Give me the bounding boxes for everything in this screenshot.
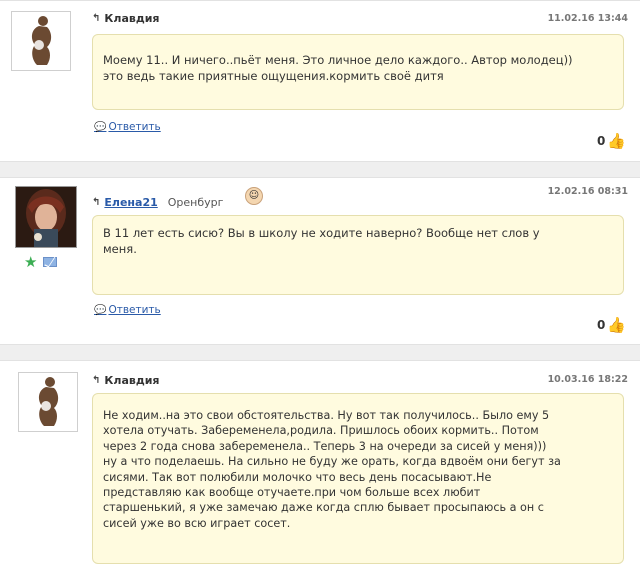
comment-text: В 11 лет есть сисю? Вы в школу не ходите…: [92, 215, 624, 295]
post-date: 12.02.16 08:31: [547, 186, 628, 197]
comment-post: ↰ Клавдия 11.02.16 13:44 Моему 11.. И ни…: [0, 0, 640, 162]
author-name[interactable]: Клавдия: [104, 374, 159, 387]
user-badges: ★: [24, 253, 58, 271]
mother-silhouette-icon: [38, 377, 59, 426]
reply-arrow-icon: ↰: [92, 375, 101, 386]
post-date: 11.02.16 13:44: [547, 13, 628, 24]
author-line: ↰ Елена21 Оренбург: [92, 196, 223, 209]
baby-icon: ☺: [245, 187, 263, 205]
reply-arrow-icon: ↰: [92, 13, 101, 24]
reply-label: Ответить: [108, 121, 161, 133]
thumbs-up-icon[interactable]: 👍: [607, 132, 626, 150]
like-count: 0: [596, 318, 606, 332]
like-count: 0: [596, 134, 606, 148]
author-name[interactable]: Клавдия: [104, 12, 159, 25]
reply-arrow-icon: ↰: [92, 197, 101, 208]
author-line: ↰ Клавдия: [92, 12, 159, 25]
post-date: 10.03.16 18:22: [547, 374, 628, 385]
author-line: ↰ Клавдия: [92, 374, 159, 387]
mail-icon[interactable]: [43, 257, 58, 267]
speech-bubble-icon: 💬: [94, 304, 107, 316]
avatar[interactable]: [11, 11, 71, 71]
comment-text: Моему 11.. И ничего..пьёт меня. Это личн…: [92, 34, 624, 110]
author-city: Оренбург: [167, 196, 224, 209]
speech-bubble-icon: 💬: [94, 121, 107, 133]
like-counter[interactable]: 0 👍: [597, 132, 626, 150]
like-counter[interactable]: 0 👍: [597, 316, 626, 334]
comment-text: Не ходим..на это свои обстоятельства. Ну…: [92, 393, 624, 564]
star-icon[interactable]: ★: [24, 253, 37, 271]
thumbs-up-icon[interactable]: 👍: [607, 316, 626, 334]
reply-label: Ответить: [108, 304, 161, 316]
avatar[interactable]: [18, 372, 78, 432]
reply-button[interactable]: 💬 Ответить: [94, 304, 161, 316]
reply-button[interactable]: 💬 Ответить: [94, 121, 161, 133]
user-photo: [16, 187, 76, 247]
author-name[interactable]: Елена21: [104, 196, 157, 209]
mother-silhouette-icon: [31, 16, 52, 65]
avatar[interactable]: [15, 186, 77, 248]
